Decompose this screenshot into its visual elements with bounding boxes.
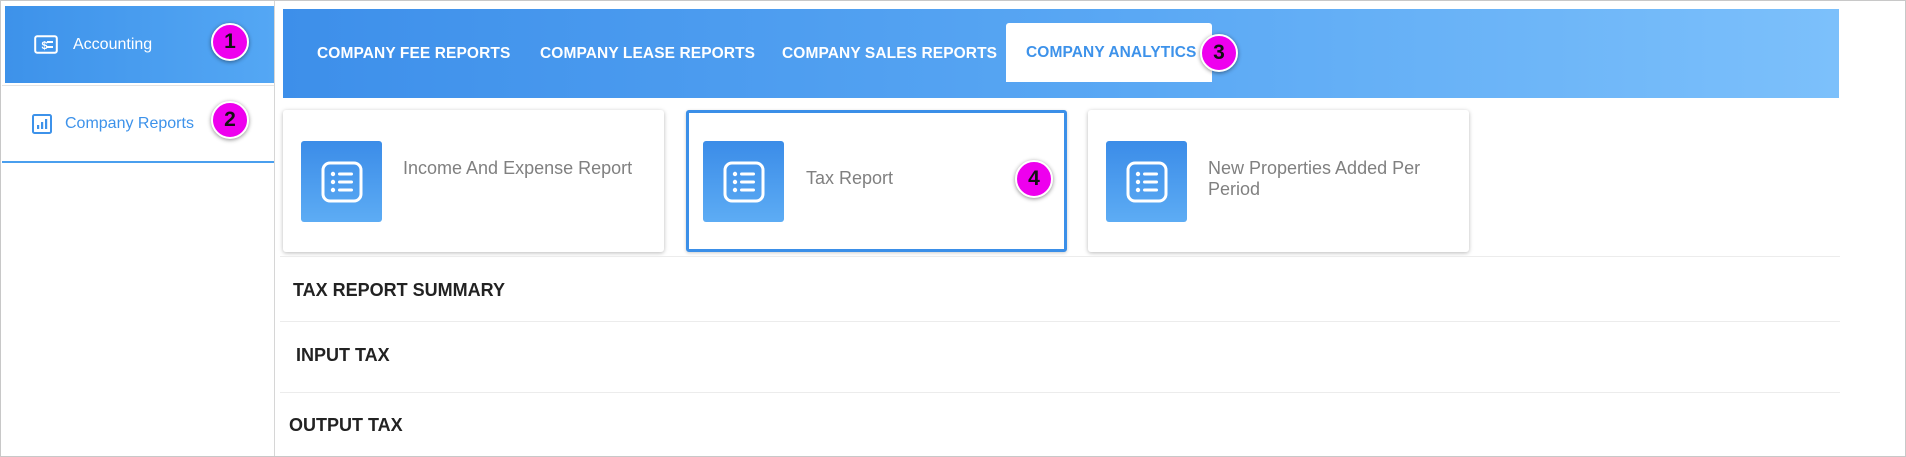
list-icon: [1106, 141, 1187, 222]
section-output-tax[interactable]: OUTPUT TAX: [289, 415, 403, 436]
section-tax-report-summary[interactable]: TAX REPORT SUMMARY: [293, 280, 505, 301]
card-income-expense-report[interactable]: Income And Expense Report: [283, 110, 664, 252]
card-label: New Properties Added Per Period: [1208, 158, 1421, 199]
annotation-badge: 2: [211, 101, 249, 139]
section-input-tax[interactable]: INPUT TAX: [296, 345, 390, 366]
sidebar-item-label: Company Reports: [65, 114, 194, 132]
annotation-badge: 4: [1015, 160, 1053, 198]
tab-company-sales-reports[interactable]: COMPANY SALES REPORTS: [782, 9, 997, 98]
report-tabs: COMPANY FEE REPORTS COMPANY LEASE REPORT…: [283, 9, 1839, 98]
tab-company-lease-reports[interactable]: COMPANY LEASE REPORTS: [540, 9, 755, 98]
tab-company-analytics[interactable]: COMPANY ANALYTICS: [1006, 23, 1212, 82]
card-label: Income And Expense Report: [403, 158, 633, 178]
list-icon: [703, 141, 784, 222]
tab-company-fee-reports[interactable]: COMPANY FEE REPORTS: [317, 9, 510, 98]
card-tax-report[interactable]: Tax Report: [686, 110, 1067, 252]
list-icon: [301, 141, 382, 222]
svg-text:$: $: [42, 40, 48, 52]
sidebar: $ Accounting Company Reports: [1, 1, 275, 456]
divider: [280, 256, 1840, 257]
annotation-badge: 1: [211, 23, 249, 61]
card-label: Tax Report: [806, 168, 894, 188]
sidebar-item-label: Accounting: [73, 35, 153, 53]
money-icon: $: [32, 34, 60, 56]
divider: [280, 321, 1840, 322]
divider: [280, 392, 1840, 393]
bar-chart-icon: [31, 113, 53, 135]
annotation-badge: 3: [1200, 34, 1238, 72]
card-new-properties-added[interactable]: New Properties Added Per Period: [1088, 110, 1469, 252]
